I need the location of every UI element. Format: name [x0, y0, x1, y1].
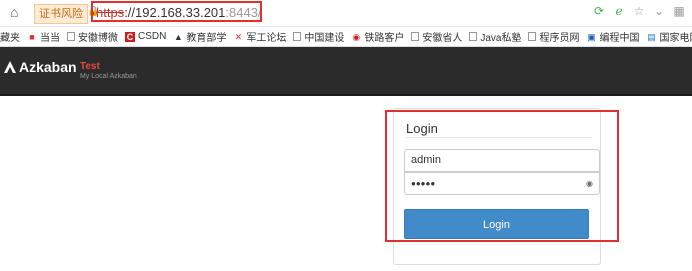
bookmark-item[interactable]: ◉ 铁路客户	[351, 29, 404, 45]
bookmark-item[interactable]: C CSDN	[125, 31, 166, 42]
bookmark-item[interactable]: 藏夹	[0, 29, 20, 44]
page-icon	[411, 32, 420, 41]
login-divider	[406, 137, 592, 138]
page-icon	[469, 32, 478, 41]
azkaban-logo-icon	[4, 61, 16, 73]
browser-address-row: ⌂ 证书风险 🔒 https://192.168.33.201:8443/ ⟳ …	[0, 0, 692, 27]
education-icon: ▲	[173, 31, 183, 42]
chevron-down-icon[interactable]: ⌄	[652, 4, 666, 18]
bookmark-item[interactable]: 安徽博微	[67, 29, 118, 44]
program-icon: ▣	[587, 31, 596, 42]
bookmarks-bar: 藏夹 ■ 当当 安徽博微 C CSDN ▲ 教育部学 ✕ 军工论坛 中国建设 ◉ 铁路客户…	[0, 27, 692, 47]
bookmark-item[interactable]: ▣ 编程中国	[586, 29, 639, 45]
login-panel: Login admin ●●●●● ◉ Login	[393, 108, 601, 265]
username-input[interactable]: admin	[404, 149, 600, 172]
password-input[interactable]: ●●●●● ◉	[404, 172, 600, 195]
bookmark-item[interactable]: ▲ 教育部学	[173, 29, 226, 45]
azkaban-header: Azkaban Test My Local Azkaban	[0, 47, 692, 96]
bookmark-item[interactable]: Java私塾	[469, 29, 521, 44]
login-heading: Login	[406, 121, 438, 136]
grid-icon: ▤	[647, 31, 656, 42]
azkaban-title[interactable]: Azkaban	[19, 59, 77, 75]
environment-name: Test	[80, 61, 100, 72]
login-button[interactable]: Login	[404, 209, 589, 239]
page-icon	[67, 32, 75, 41]
bookmark-item[interactable]: 中国建设	[293, 29, 344, 44]
dangdang-icon: ■	[29, 31, 35, 42]
url-highlight-box	[91, 1, 262, 22]
password-mask: ●●●●●	[411, 179, 436, 188]
bookmark-item[interactable]: 程序员网	[528, 29, 579, 44]
show-password-icon[interactable]: ◉	[586, 173, 593, 194]
refresh-icon[interactable]: ⟳	[592, 4, 606, 18]
csdn-icon: C	[125, 31, 135, 42]
bookmark-item[interactable]: 安徽省人	[411, 29, 462, 44]
toolbar-right-icons: ⟳ ℯ ☆ ⌄ ▦	[592, 4, 686, 18]
certificate-warning-badge[interactable]: 证书风险	[34, 4, 88, 24]
bookmark-item[interactable]: ✕ 军工论坛	[233, 29, 287, 45]
star-icon[interactable]: ☆	[632, 4, 646, 18]
forum-icon: ✕	[234, 31, 243, 42]
bookmark-item[interactable]: ▤国家电网	[646, 29, 692, 45]
environment-description: My Local Azkaban	[80, 73, 137, 80]
bookmark-item[interactable]: ■ 当当	[27, 29, 60, 45]
page-icon	[528, 32, 537, 41]
leaf-icon[interactable]: ℯ	[612, 4, 626, 18]
grid-menu-icon[interactable]: ▦	[672, 4, 686, 18]
home-icon[interactable]: ⌂	[10, 5, 24, 19]
railway-icon: ◉	[352, 31, 361, 42]
page-icon	[293, 32, 302, 41]
